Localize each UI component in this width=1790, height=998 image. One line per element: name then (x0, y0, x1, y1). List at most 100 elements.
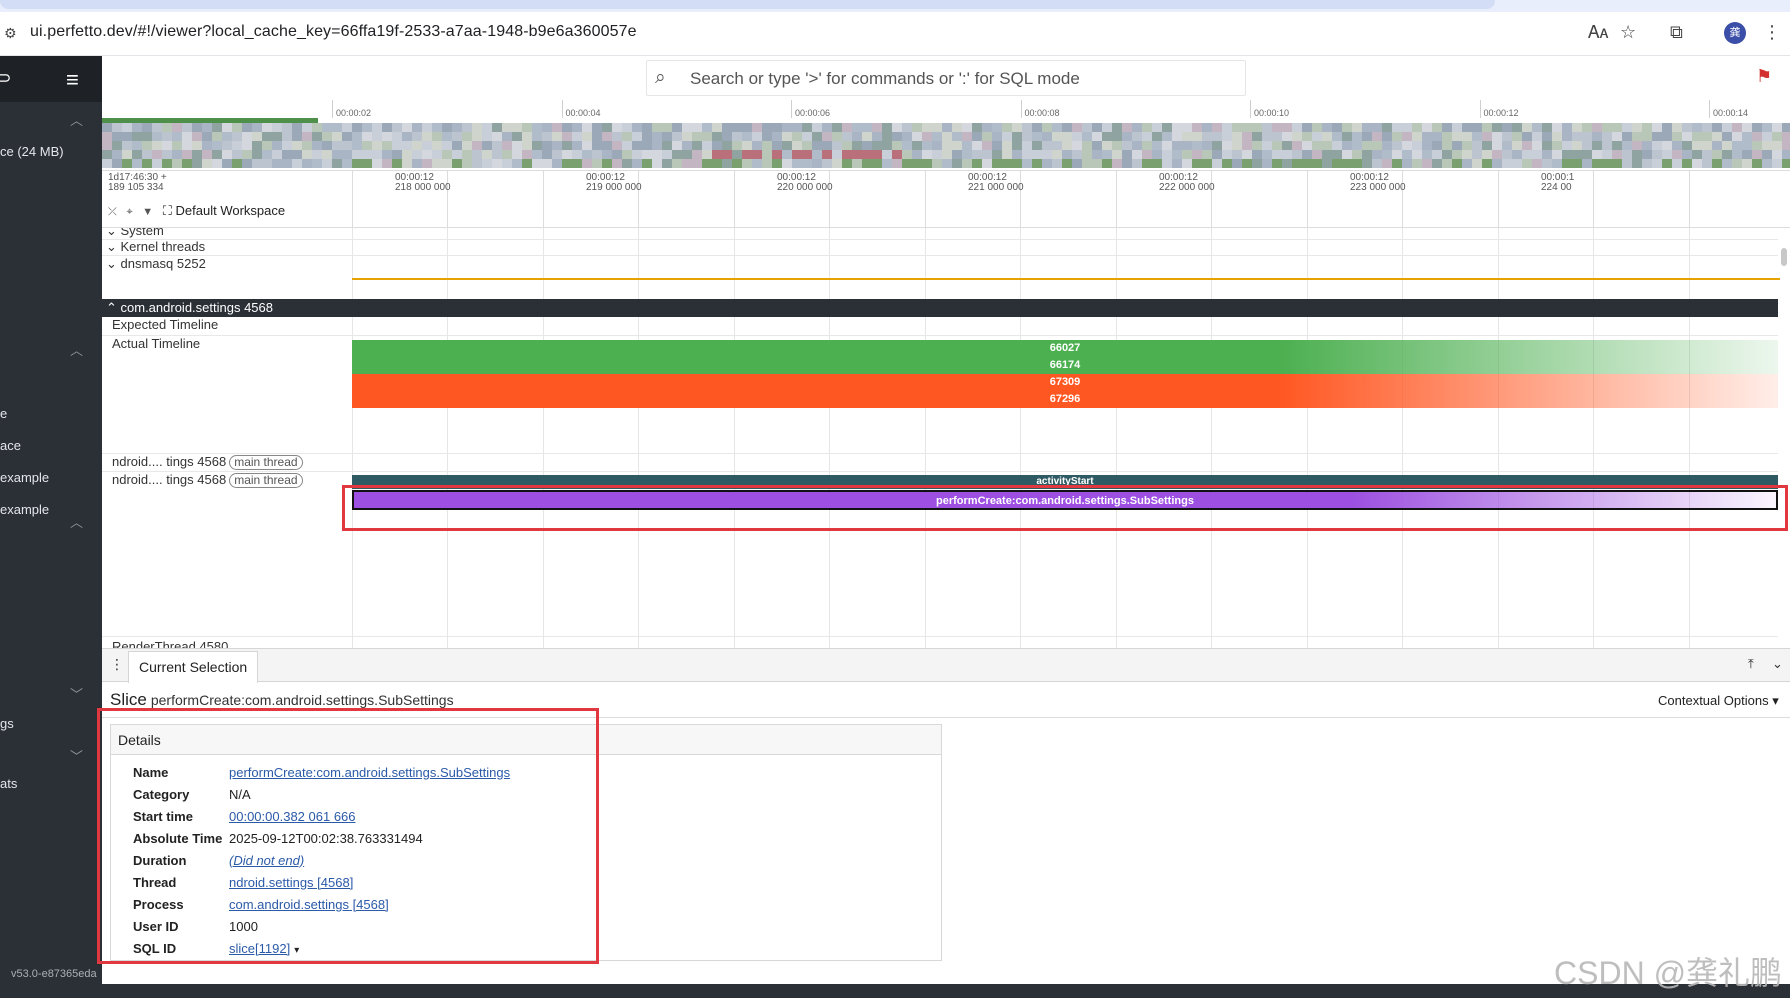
overview-heatmap-cell (1442, 141, 1452, 150)
overview-heatmap-cell (1282, 150, 1292, 159)
overview-heatmap-cell (512, 159, 522, 168)
overview-heatmap-cell (1402, 150, 1412, 159)
details-value-link[interactable]: slice[1192] (229, 941, 290, 956)
overview-heatmap-cell (1202, 132, 1212, 141)
chevron-down-icon[interactable]: ﹀ (70, 684, 83, 703)
track-group-system[interactable]: ⌄ System (106, 228, 356, 239)
overview-heatmap-cell (1502, 150, 1512, 159)
omnibox[interactable]: ⌕ (646, 60, 1246, 96)
profile-avatar[interactable]: 龚 (1724, 22, 1746, 44)
chevron-up-icon[interactable]: ︿ (70, 340, 83, 359)
sidebar-item-stats[interactable]: ats (0, 776, 17, 791)
details-value-link[interactable]: ndroid.settings [4568] (229, 875, 353, 890)
overview-heatmap-cell (132, 132, 142, 141)
overview-heatmap-cell (522, 141, 532, 150)
overview-heatmap-cell (622, 123, 632, 132)
site-settings-icon[interactable]: ⚙ (4, 25, 17, 42)
overview-heatmap-cell (342, 141, 352, 150)
url-text[interactable]: ui.perfetto.dev/#!/viewer?local_cache_ke… (30, 23, 637, 41)
overview-heatmap-cell (1312, 132, 1322, 141)
overview-heatmap-cell (642, 123, 652, 132)
extensions-icon[interactable]: ⧉ (1670, 22, 1683, 43)
search-input[interactable] (690, 67, 1230, 91)
perform-create-slice[interactable]: performCreate:com.android.settings.SubSe… (352, 490, 1778, 510)
overview-timeline[interactable]: 00:00:02 00:00:04 00:00:06 00:00:08 00:00:10… (102, 100, 1790, 170)
version-label: v53.0-e87365eda (11, 968, 97, 980)
track-render-thread[interactable]: RenderThread 4580 (112, 639, 362, 648)
tab-current-selection[interactable]: Current Selection (128, 651, 259, 683)
details-row: Start time 00:00:00.382 061 666 (133, 805, 510, 827)
overview-heatmap-cell (222, 123, 232, 132)
feedback-flag-icon[interactable]: ⚑ (1756, 66, 1772, 87)
overview-heatmap-cell (1562, 132, 1572, 141)
track-grid-line (1020, 228, 1021, 648)
chevron-up-icon[interactable]: ︿ (70, 512, 83, 531)
chevron-up-icon[interactable]: ︿ (70, 110, 83, 129)
activity-start-slice[interactable]: activityStart (352, 475, 1778, 489)
overview-heatmap-cell (1292, 132, 1302, 141)
overview-heatmap-cell (1132, 150, 1142, 159)
overview-heatmap-cell (1052, 123, 1062, 132)
overview-heatmap-cell (1492, 141, 1502, 150)
overview-heatmap-cell (822, 159, 832, 168)
overview-heatmap-cell (942, 132, 952, 141)
overview-heatmap-cell (1672, 132, 1682, 141)
details-value-link[interactable]: com.android.settings [4568] (229, 897, 389, 912)
sidebar-item-example-2[interactable]: example (0, 502, 49, 517)
overview-heatmap-cell (402, 159, 412, 168)
overview-heatmap-cell (1022, 132, 1032, 141)
track-group-dnsmasq[interactable]: ⌄ dnsmasq 5252 (106, 256, 356, 272)
translate-icon[interactable]: 🗛 (1588, 22, 1608, 43)
workspace-selector[interactable]: ⤫ ⌖ ▼ ⛶ Default Workspace (108, 203, 285, 219)
details-value-link[interactable]: 00:00:00.382 061 666 (229, 809, 356, 824)
collapse-all-icon[interactable]: ⤫ (108, 206, 117, 218)
overview-heatmap-cell (1372, 123, 1382, 132)
track-thread-main-1[interactable]: ndroid.... tings 4568 main thread (112, 454, 362, 470)
overview-heatmap-cell (322, 159, 332, 168)
overview-heatmap-cell (392, 132, 402, 141)
track-panel[interactable]: ⌄ System ⌄ Kernel threads ⌄ dnsmasq 5252… (102, 228, 1790, 648)
overview-heatmap-cell (1322, 159, 1332, 168)
sidebar-item-settings[interactable]: gs (0, 716, 14, 731)
bookmark-star-icon[interactable]: ☆ (1620, 22, 1636, 43)
sidebar-item-example-1[interactable]: example (0, 470, 49, 485)
overview-heatmap-cell (1772, 123, 1782, 132)
details-value-link[interactable]: performCreate:com.android.settings.SubSe… (229, 765, 510, 780)
overview-heatmap-cell (1752, 141, 1762, 150)
overview-heatmap-cell (1662, 141, 1672, 150)
details-value-link[interactable]: (Did not end) (229, 853, 304, 868)
sidebar-item-1[interactable]: e (0, 406, 7, 421)
overview-heatmap-cell (872, 123, 882, 132)
maximize-panel-icon[interactable]: ⤒ (1748, 656, 1754, 672)
sidebar-item-trace[interactable]: ce (24 MB) (0, 144, 64, 159)
overview-heatmap-cell (1262, 150, 1272, 159)
overview-heatmap-cell (552, 150, 562, 159)
kebab-menu-icon[interactable]: ⋮ (110, 656, 124, 673)
address-bar[interactable]: ⚙ ui.perfetto.dev/#!/viewer?local_cache_… (0, 12, 1790, 56)
chevron-down-icon[interactable]: ﹀ (70, 746, 83, 765)
overview-heatmap-cell (762, 141, 772, 150)
browser-menu-icon[interactable]: ⋮ (1763, 22, 1781, 43)
actual-timeline-slice-orange[interactable]: 67309 67296 (352, 374, 1778, 408)
overview-heatmap-cell (1762, 150, 1772, 159)
overview-heatmap-cell (372, 141, 382, 150)
details-card: Details Name performCreate:com.android.se… (110, 724, 942, 961)
hamburger-menu-icon[interactable]: ≡ (66, 67, 79, 93)
sql-id-dropdown-icon[interactable]: ▾ (294, 945, 299, 956)
contextual-options-button[interactable]: Contextual Options ▾ (1658, 693, 1779, 709)
track-group-kernel-threads[interactable]: ⌄ Kernel threads (106, 239, 356, 255)
actual-timeline-slice-green[interactable]: 66027 66174 (352, 340, 1778, 374)
overview-heatmap-cell (1452, 132, 1462, 141)
unpin-icon[interactable]: ⌖ (126, 206, 132, 218)
overview-heatmap-cell (132, 123, 142, 132)
sidebar-item-2[interactable]: ace (0, 438, 21, 453)
collapse-panel-icon[interactable]: ⌄ (1772, 656, 1783, 672)
overview-heatmap-cell (282, 132, 292, 141)
track-group-process-header[interactable]: ⌃ com.android.settings 4568 (102, 299, 1778, 317)
active-tab[interactable] (0, 0, 1495, 9)
overview-heatmap-cell (1202, 141, 1212, 150)
track-thread-main-2[interactable]: ndroid.... tings 4568 main thread (112, 472, 362, 488)
track-scrollbar[interactable] (1781, 238, 1787, 648)
filter-icon[interactable]: ▼ (142, 206, 153, 218)
axis-grid-line (543, 171, 544, 229)
